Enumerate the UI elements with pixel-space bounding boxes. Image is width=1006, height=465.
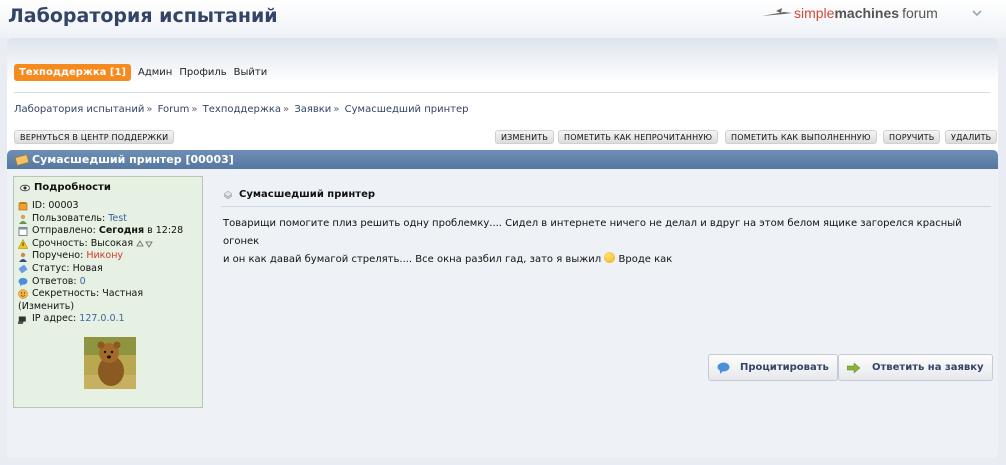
logo-word-machines: machines: [834, 5, 900, 21]
detail-privacy-change: (Изменить): [18, 301, 202, 314]
detail-user: Пользователь: Test: [18, 213, 202, 226]
ticket-sent-day: Сегодня: [98, 225, 145, 237]
edit-button[interactable]: ИЗМЕНИТЬ: [495, 130, 555, 144]
ticket-privacy-value: Частная: [102, 288, 144, 300]
ticket-sent-time: в 12:28: [147, 225, 184, 237]
forum-title[interactable]: Лаборатория испытаний: [8, 5, 278, 27]
id-icon: [18, 202, 28, 211]
arrow-right-icon: [847, 362, 860, 373]
post-body-tail: Вроде как: [618, 254, 673, 265]
assign-button[interactable]: ПОРУЧИТЬ: [883, 130, 941, 144]
smiley-icon: [604, 252, 616, 263]
post-body-line: Товарищи помогите плиз решить одну пробл…: [223, 218, 962, 247]
warning-icon: [18, 239, 28, 249]
logo-word-simple: simple: [794, 5, 835, 21]
post-body-line: и он как давай бумагой стрелять.... Все …: [223, 254, 602, 265]
ticket-status-value: Новая: [72, 262, 103, 274]
breadcrumb: Лаборатория испытаний» Forum» Техподдерж…: [14, 104, 469, 115]
detail-assigned: Поручено: Никону: [18, 250, 202, 263]
ticket-ip-link[interactable]: 127.0.0.1: [79, 313, 124, 326]
main-menu: Техподдержка [1] Админ Профиль Выйти: [14, 64, 267, 81]
post-topic-icon: [223, 190, 233, 199]
ticket-header-title: Сумасшедший принтер [00003]: [32, 153, 234, 166]
breadcrumb-item[interactable]: Лаборатория испытаний: [14, 104, 144, 115]
post-title: Сумасшедший принтер: [223, 189, 375, 200]
smf-logo[interactable]: simple machines forum: [762, 4, 938, 22]
content-wrapper: Техподдержка [1] Админ Профиль Выйти Лаб…: [7, 38, 998, 458]
menu-item-logout[interactable]: Выйти: [234, 67, 268, 78]
breadcrumb-item[interactable]: Заявки: [294, 104, 331, 115]
smiley-icon: [18, 289, 28, 300]
quote-button-label: Процитировать: [740, 362, 829, 373]
privacy-change-link[interactable]: (Изменить): [18, 301, 74, 314]
ticket-user-link[interactable]: Test: [108, 213, 127, 226]
ticket-details-box: Подробности ID: 00003 Пользователь: Test…: [13, 176, 203, 408]
ticket-id-value: 00003: [48, 200, 79, 211]
quote-button[interactable]: Процитировать: [708, 354, 838, 381]
back-to-support-button[interactable]: ВЕРНУТЬСЯ В ЦЕНТР ПОДДЕРЖКИ: [14, 130, 175, 144]
urgency-down-icon[interactable]: [145, 240, 153, 248]
mark-done-button[interactable]: ПОМЕТИТЬ КАК ВЫПОЛНЕННУЮ: [725, 130, 877, 144]
reply-button[interactable]: Ответить на заявку: [838, 354, 993, 381]
menu-divider: [14, 92, 990, 93]
mark-unread-button[interactable]: ПОМЕТИТЬ КАК НЕПРОЧИТАННУЮ: [558, 130, 719, 144]
delete-button[interactable]: УДАЛИТЬ: [945, 130, 998, 144]
eye-icon: [20, 184, 30, 191]
detail-urgency: Срочность: Высокая: [18, 238, 202, 251]
detail-privacy: Секретность: Частная: [18, 288, 202, 301]
logo-swoosh-icon: [762, 8, 792, 16]
ticket-assigned-link[interactable]: Никону: [86, 250, 123, 263]
breadcrumb-item[interactable]: Сумасшедший принтер: [345, 104, 469, 115]
details-heading: Подробности: [20, 182, 202, 193]
logo-word-forum: forum: [902, 5, 938, 21]
ticket-urgency-value: Высокая: [90, 237, 134, 249]
detail-id: ID: 00003: [18, 200, 202, 213]
menu-item-admin[interactable]: Админ: [138, 67, 172, 78]
reply-button-label: Ответить на заявку: [872, 362, 984, 373]
chevron-down-icon[interactable]: [970, 6, 984, 20]
computer-icon: [18, 316, 26, 324]
ticket-icon: [15, 153, 29, 166]
breadcrumb-item[interactable]: Техподдержка: [203, 104, 281, 115]
detail-ip: IP адрес: 127.0.0.1: [18, 313, 202, 326]
forum-header: Лаборатория испытаний simple machines fo…: [0, 0, 1006, 38]
post-divider: [221, 206, 991, 207]
speech-bubble-icon: [717, 362, 730, 374]
calendar-icon: [18, 227, 28, 237]
status-tag-icon: [18, 265, 28, 274]
speech-bubble-icon: [18, 277, 28, 287]
user-icon: [19, 214, 27, 224]
avatar: [84, 337, 136, 389]
detail-status: Статус: Новая: [18, 263, 202, 276]
detail-replies: Ответов: 0: [18, 276, 202, 289]
staff-icon: [19, 252, 27, 262]
ticket-header-bar: Сумасшедший принтер [00003]: [7, 150, 998, 169]
menu-item-profile[interactable]: Профиль: [179, 67, 226, 78]
breadcrumb-item[interactable]: Forum: [158, 104, 190, 115]
urgency-up-icon[interactable]: [136, 240, 144, 248]
ticket-replies-value: 0: [79, 275, 86, 287]
ticket-panel: Подробности ID: 00003 Пользователь: Test…: [7, 169, 998, 458]
post-title-text: Сумасшедший принтер: [239, 189, 376, 200]
post-body: Товарищи помогите плиз решить одну пробл…: [223, 215, 993, 269]
detail-sent: Отправлено: Сегодня в 12:28: [18, 225, 202, 238]
details-title: Подробности: [34, 182, 111, 193]
menu-item-support[interactable]: Техподдержка [1]: [14, 64, 131, 81]
